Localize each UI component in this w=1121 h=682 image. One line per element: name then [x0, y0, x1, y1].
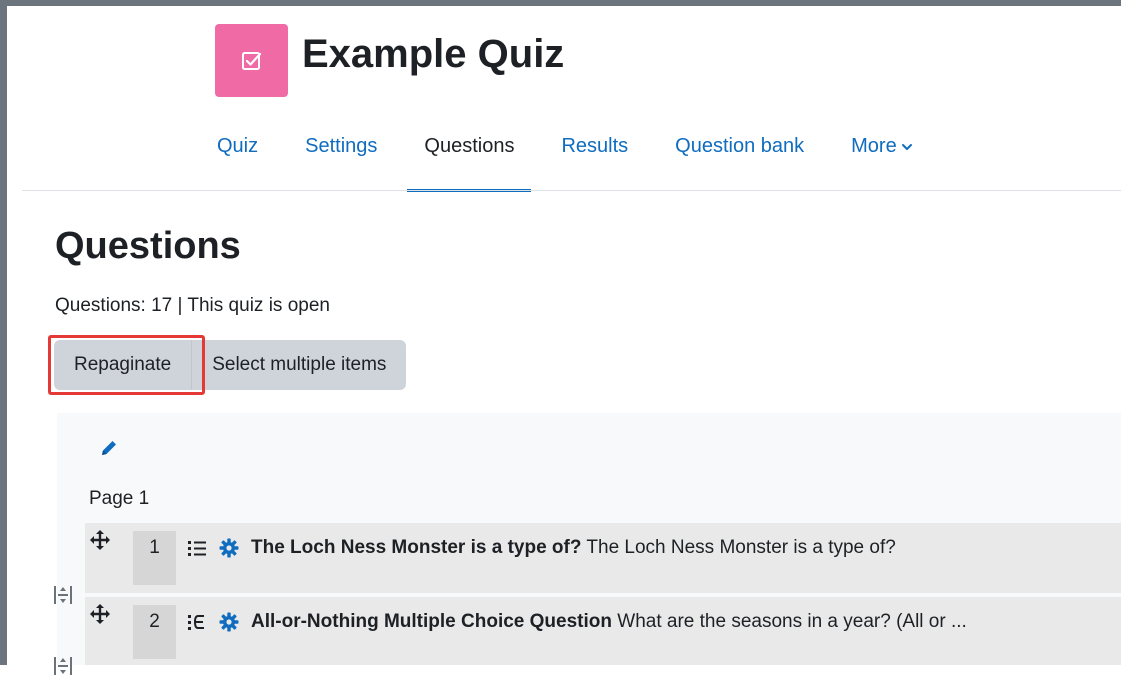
- window-frame-left: [0, 0, 7, 665]
- page-break-toggle-icon[interactable]: [52, 584, 74, 606]
- window-frame-top: [0, 0, 1121, 6]
- tab-more[interactable]: More: [834, 120, 930, 172]
- page-label: Page 1: [89, 488, 150, 509]
- question-row: 1 The Loch Ness Monster is a type of? Th…: [85, 523, 1121, 593]
- quiz-status-text: Questions: 17 | This quiz is open: [55, 295, 330, 316]
- tab-results[interactable]: Results: [544, 120, 645, 172]
- question-link[interactable]: All-or-Nothing Multiple Choice Question …: [251, 609, 967, 635]
- quiz-checkbox-icon: [215, 24, 288, 97]
- select-multiple-items-button[interactable]: Select multiple items: [191, 340, 407, 390]
- page-break-toggle-icon[interactable]: [52, 655, 74, 677]
- gear-icon[interactable]: [219, 612, 239, 632]
- more-label: More: [851, 135, 897, 157]
- secondary-navigation: Quiz Settings Questions Results Question…: [200, 120, 943, 192]
- repaginate-button[interactable]: Repaginate: [54, 340, 192, 390]
- page-title: Questions: [55, 225, 241, 267]
- question-row: 2 All-or-Nothing Multiple Choice Questio…: [85, 597, 1121, 665]
- pencil-icon[interactable]: [98, 437, 120, 459]
- all-or-nothing-icon: [187, 611, 207, 633]
- move-icon[interactable]: [89, 603, 111, 625]
- quiz-title: Example Quiz: [302, 32, 565, 76]
- tab-quiz[interactable]: Quiz: [200, 120, 275, 172]
- nav-divider: [22, 190, 1121, 191]
- question-link[interactable]: The Loch Ness Monster is a type of? The …: [251, 535, 896, 561]
- question-name: The Loch Ness Monster is a type of?: [251, 537, 582, 558]
- question-actions-button-group: Repaginate Select multiple items: [54, 340, 407, 390]
- gear-icon[interactable]: [219, 538, 239, 558]
- question-name: All-or-Nothing Multiple Choice Question: [251, 611, 612, 632]
- tab-question-bank[interactable]: Question bank: [658, 120, 821, 172]
- question-text: What are the seasons in a year? (All or …: [617, 611, 967, 632]
- question-number: 2: [133, 605, 176, 659]
- multichoice-list-icon: [187, 537, 207, 559]
- question-text: The Loch Ness Monster is a type of?: [586, 537, 896, 558]
- tab-questions[interactable]: Questions: [407, 120, 532, 192]
- move-icon[interactable]: [89, 529, 111, 551]
- question-number: 1: [133, 531, 176, 585]
- tab-settings[interactable]: Settings: [288, 120, 394, 172]
- chevron-down-icon: [901, 121, 913, 173]
